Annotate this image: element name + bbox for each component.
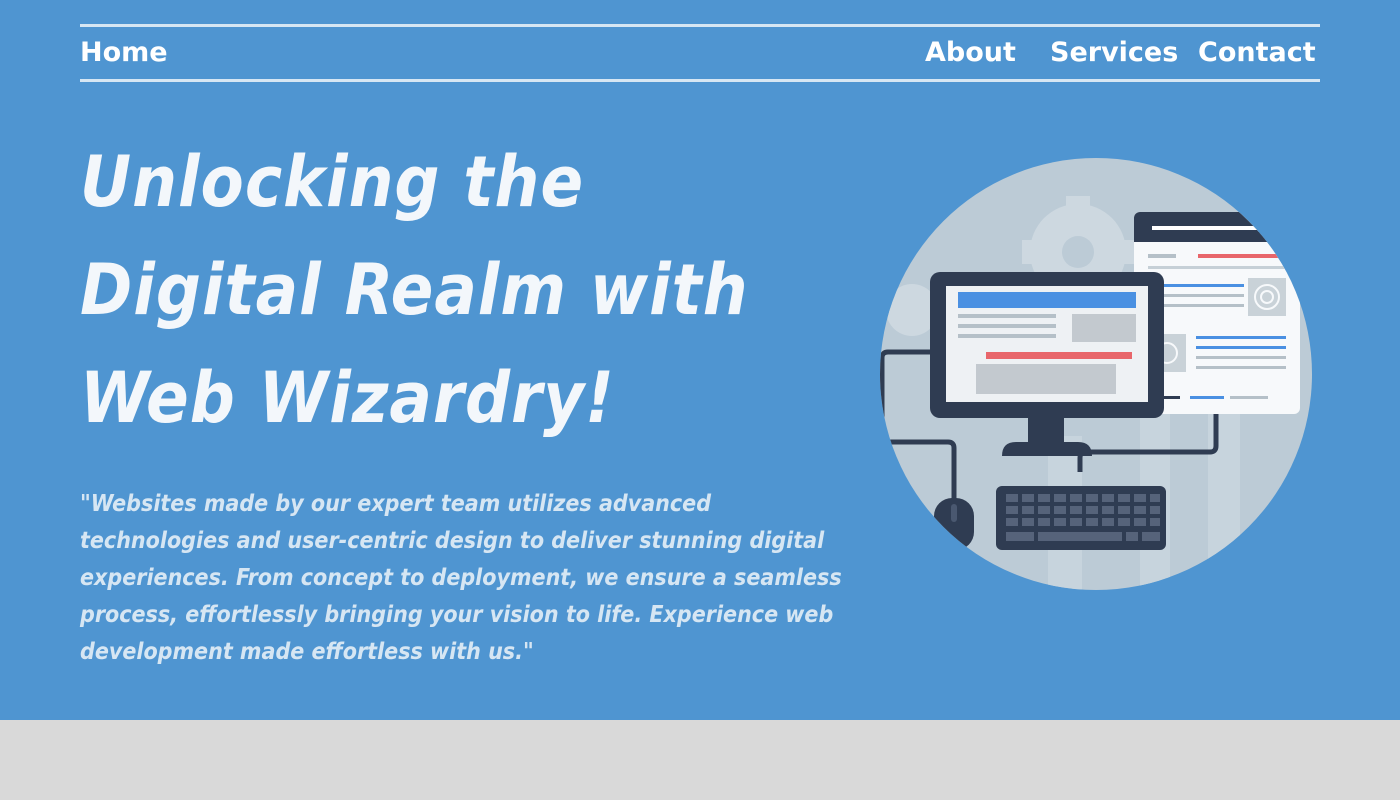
gear-hub — [1062, 236, 1094, 268]
nav-services-link[interactable]: Services — [1050, 35, 1178, 71]
nav-home-link[interactable]: Home — [80, 35, 168, 71]
keyboard-icon — [996, 486, 1166, 550]
top-navigation: Home About Services Contact — [80, 24, 1320, 82]
hero-quote: "Websites made by our expert team utiliz… — [80, 491, 842, 665]
mouse-icon — [934, 498, 974, 550]
hero-title: Unlocking the Digital Realm with Web Wiz… — [80, 141, 749, 439]
hero-section: Home About Services Contact Unlocking th… — [0, 0, 1400, 720]
web-development-illustration — [878, 156, 1314, 592]
nav-about-link[interactable]: About — [925, 35, 1016, 71]
nav-contact-link[interactable]: Contact — [1198, 35, 1316, 71]
